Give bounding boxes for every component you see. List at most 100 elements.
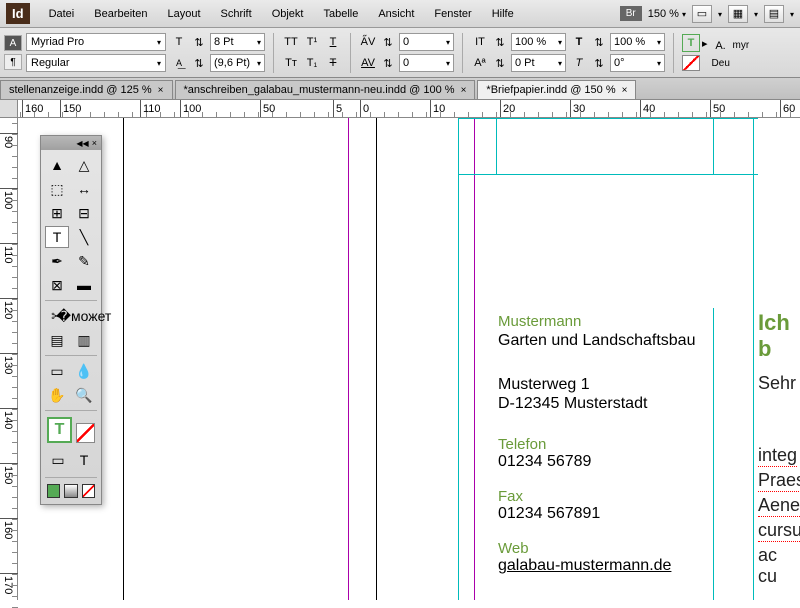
stepper-icon[interactable]: ⇅ — [491, 54, 509, 72]
stepper-icon[interactable]: ⇅ — [190, 54, 208, 72]
arrange-dropdown[interactable] — [790, 8, 794, 20]
zoom-value[interactable]: 150 % — [648, 8, 679, 20]
formatting-text-icon[interactable]: T — [73, 449, 95, 471]
close-icon[interactable]: × — [92, 138, 97, 148]
menu-objekt[interactable]: Objekt — [263, 4, 313, 24]
close-icon[interactable]: × — [622, 85, 628, 96]
hscale-input[interactable]: 100 % — [610, 33, 665, 51]
page-tool-icon[interactable]: ⬚ — [45, 178, 69, 200]
close-icon[interactable]: × — [158, 85, 164, 96]
font-style-select[interactable]: Regular — [26, 54, 166, 72]
collapse-icon[interactable]: ◀◀ — [76, 139, 88, 148]
menu-tabelle[interactable]: Tabelle — [314, 4, 367, 24]
menu-layout[interactable]: Layout — [158, 4, 209, 24]
allcaps-icon[interactable]: TT — [282, 33, 300, 51]
city[interactable]: D-12345 Musterstadt — [498, 395, 647, 413]
skew-input[interactable]: 0° — [610, 54, 665, 72]
arrange-icon[interactable]: ▤ — [764, 5, 784, 23]
selection-tool-icon[interactable]: ▲ — [45, 154, 69, 176]
vscale-input[interactable]: 100 % — [511, 33, 566, 51]
company-subtitle[interactable]: Garten und Landschaftsbau — [498, 332, 695, 350]
menu-datei[interactable]: Datei — [40, 4, 84, 24]
view-mode-icon[interactable]: ▭ — [692, 5, 712, 23]
line-tool-icon[interactable]: ╲ — [72, 226, 96, 248]
gap-tool-icon[interactable]: ↔ — [72, 178, 96, 200]
strikethrough-icon[interactable]: T — [324, 54, 342, 72]
stepper-icon[interactable]: ⇅ — [590, 33, 608, 51]
baseline-input[interactable]: 0 Pt — [511, 54, 566, 72]
pencil-tool-icon[interactable]: ✎ — [72, 250, 96, 272]
character-mode-button[interactable]: A — [4, 35, 22, 51]
telefon-label[interactable]: Telefon — [498, 436, 546, 453]
rectangle-tool-icon[interactable]: ▬ — [72, 274, 96, 296]
font-family-select[interactable]: Myriad Pro — [26, 33, 166, 51]
stepper-icon[interactable]: ⇅ — [590, 54, 608, 72]
stepper-icon[interactable]: ⇅ — [379, 33, 397, 51]
apply-gradient-icon[interactable] — [64, 484, 77, 498]
smallcaps-icon[interactable]: Tᴛ — [282, 54, 300, 72]
underline-icon[interactable]: T — [324, 33, 342, 51]
body-line-2[interactable]: Praes — [758, 470, 800, 492]
ruler-origin[interactable] — [0, 100, 18, 118]
vertical-ruler[interactable]: 90100110120130140150160170 — [0, 118, 18, 600]
body-line-4[interactable]: cursu — [758, 520, 800, 542]
stepper-icon[interactable]: ⇅ — [379, 54, 397, 72]
font-size-input[interactable]: 8 Pt — [210, 33, 265, 51]
tab-briefpapier[interactable]: *Briefpapier.indd @ 150 %× — [477, 80, 636, 99]
apply-none-icon[interactable] — [82, 484, 95, 498]
content-placer-icon[interactable]: ⊟ — [72, 202, 96, 224]
gradient-feather-icon[interactable]: ▥ — [72, 329, 96, 351]
stroke-color-icon[interactable] — [682, 55, 700, 71]
charstyle-name[interactable]: myr — [733, 40, 750, 51]
superscript-icon[interactable]: T¹ — [303, 33, 321, 51]
menu-schrift[interactable]: Schrift — [212, 4, 261, 24]
note-tool-icon[interactable]: ▭ — [45, 360, 69, 382]
fax-label[interactable]: Fax — [498, 488, 523, 505]
pen-tool-icon[interactable]: ✒ — [45, 250, 69, 272]
tracking-input[interactable]: 0 — [399, 54, 454, 72]
company-name-label[interactable]: Mustermann — [498, 313, 581, 330]
type-tool-icon[interactable]: T — [45, 226, 69, 248]
direct-selection-tool-icon[interactable]: △ — [72, 154, 96, 176]
tools-panel-header[interactable]: ◀◀ × — [41, 136, 101, 150]
fill-stroke-icon[interactable]: T — [47, 417, 72, 443]
stepper-icon[interactable]: ⇅ — [491, 33, 509, 51]
menu-hilfe[interactable]: Hilfe — [483, 4, 523, 24]
kerning-input[interactable]: 0 — [399, 33, 454, 51]
view-mode-dropdown[interactable] — [718, 8, 722, 20]
formatting-container-icon[interactable]: ▭ — [47, 449, 69, 471]
bridge-icon[interactable]: Br — [620, 6, 642, 21]
paragraph-mode-button[interactable]: ¶ — [4, 54, 22, 70]
fill-color-icon[interactable]: T — [682, 34, 700, 52]
document-canvas[interactable]: Mustermann Garten und Landschaftsbau Mus… — [18, 118, 800, 600]
rectangle-frame-tool-icon[interactable]: ⊠ — [45, 274, 69, 296]
menu-bearbeiten[interactable]: Bearbeiten — [85, 4, 156, 24]
leading-input[interactable]: (9,6 Pt) — [210, 54, 265, 72]
gradient-swatch-icon[interactable]: ▤ — [45, 329, 69, 351]
close-icon[interactable]: × — [461, 85, 467, 96]
web-label[interactable]: Web — [498, 540, 529, 557]
stroke-swatch-icon[interactable] — [76, 423, 95, 443]
stepper-icon[interactable]: ⇅ — [190, 33, 208, 51]
web-value[interactable]: galabau-mustermann.de — [498, 557, 671, 575]
body-line-3[interactable]: Aene — [758, 495, 800, 517]
expand-icon[interactable]: ▸ — [702, 37, 708, 50]
eyedropper-tool-icon[interactable]: 💧 — [72, 360, 96, 382]
menu-fenster[interactable]: Fenster — [425, 4, 480, 24]
language-select[interactable]: Deu — [712, 58, 750, 69]
subscript-icon[interactable]: T₁ — [303, 54, 321, 72]
zoom-dropdown-icon[interactable] — [682, 8, 686, 20]
body-line-1[interactable]: integ — [758, 445, 797, 467]
zoom-tool-icon[interactable]: 🔍 — [72, 384, 96, 406]
menu-ansicht[interactable]: Ansicht — [369, 4, 423, 24]
horizontal-ruler[interactable]: 1601501101005050102030405060 — [0, 100, 800, 118]
tab-anschreiben[interactable]: *anschreiben_galabau_mustermann-neu.indd… — [175, 80, 476, 99]
headline[interactable]: Ich b — [758, 310, 800, 362]
apply-color-icon[interactable] — [47, 484, 60, 498]
street[interactable]: Musterweg 1 — [498, 376, 590, 394]
screen-mode-icon[interactable]: ▦ — [728, 5, 748, 23]
tab-stellenanzeige[interactable]: stellenanzeige.indd @ 125 %× — [0, 80, 173, 99]
screen-mode-dropdown[interactable] — [754, 8, 758, 20]
body-line-5[interactable]: ac cu — [758, 545, 800, 587]
telefon-value[interactable]: 01234 56789 — [498, 453, 591, 471]
